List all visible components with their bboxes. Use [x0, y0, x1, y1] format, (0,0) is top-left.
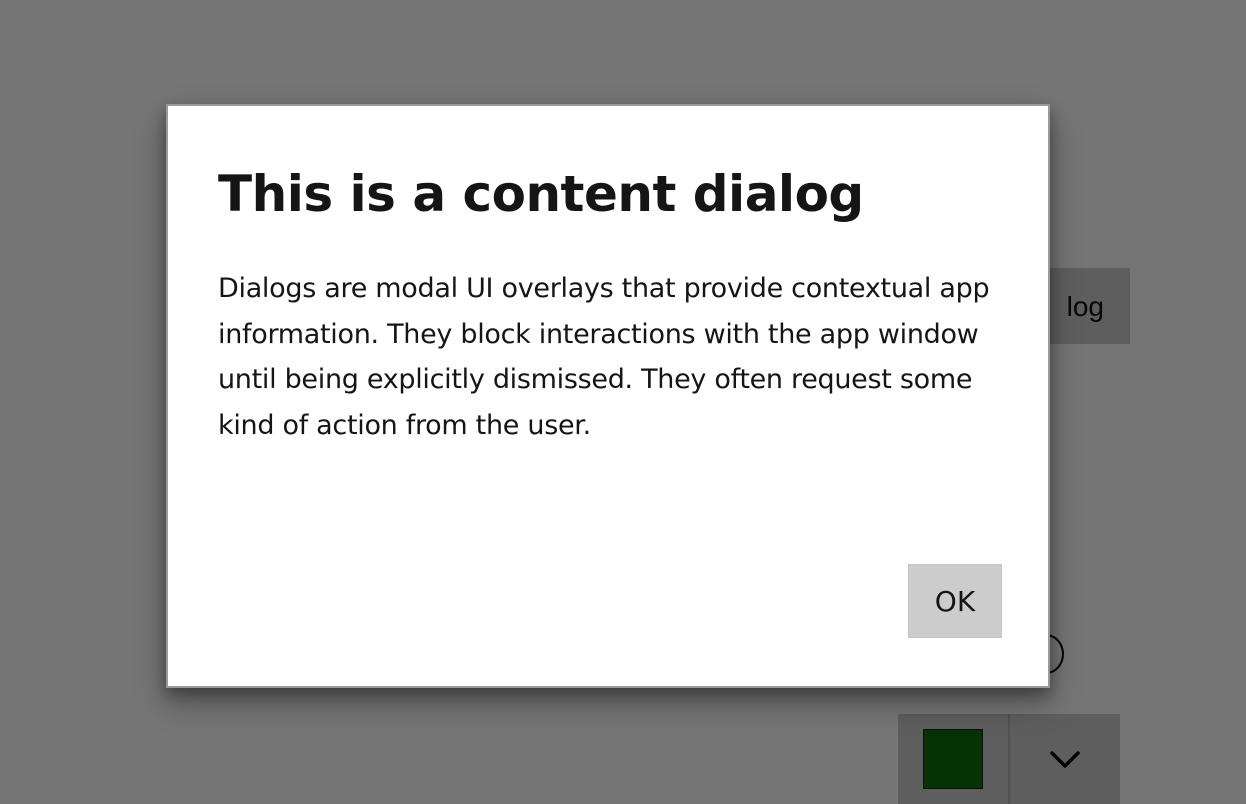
dialog-body-text: Dialogs are modal UI overlays that provi…: [218, 273, 990, 442]
app-window: log This is a content dialog Dialogs are…: [0, 0, 1246, 804]
dialog-title: This is a content dialog: [218, 165, 864, 223]
content-dialog: This is a content dialog Dialogs are mod…: [166, 104, 1050, 688]
ok-button[interactable]: OK: [908, 564, 1002, 638]
